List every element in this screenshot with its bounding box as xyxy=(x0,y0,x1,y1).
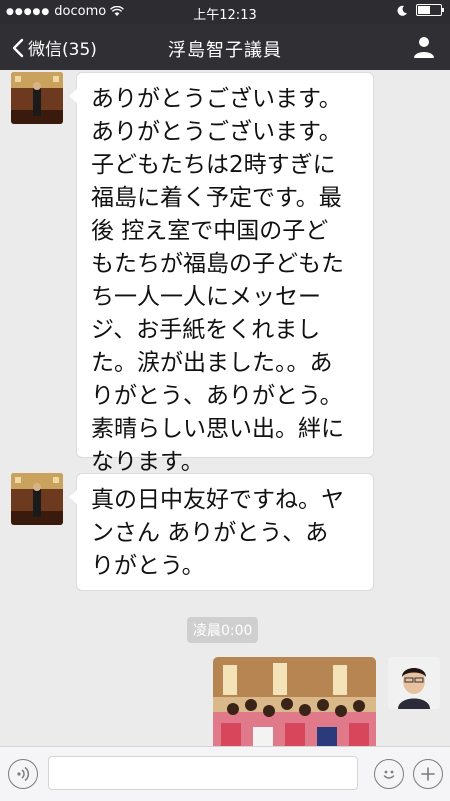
status-time: 上午12:13 xyxy=(193,8,257,23)
message-line: 真の日中友好ですね。ヤ xyxy=(91,487,344,513)
moon-icon xyxy=(397,5,407,16)
nav-bar: 微信(35) 浮島智子議員 xyxy=(0,24,450,70)
timestamp-badge: 凌晨0:00 xyxy=(187,617,259,643)
message-input-bar xyxy=(0,746,450,801)
message-line: ンさん ありがとう、あ xyxy=(91,520,329,546)
message-line: ありがとうございます。 xyxy=(91,119,342,145)
message-line: 子どもたちは2時すぎに xyxy=(91,152,336,178)
message-line: ち一人一人にメッセー xyxy=(91,284,321,310)
sent-image-message[interactable] xyxy=(213,657,376,746)
chat-title: 浮島智子議員 xyxy=(168,40,282,61)
smiley-icon xyxy=(383,770,395,779)
status-bar: ●●●●● docomo 上午12:13 xyxy=(0,0,450,24)
emoji-button[interactable] xyxy=(374,759,404,789)
message-line: りがとう、ありがとう。 xyxy=(91,383,343,409)
battery-icon xyxy=(416,4,444,16)
message-line: ありがとうございます。 xyxy=(91,86,342,112)
message-line: 後 控え室で中国の子ど xyxy=(91,218,329,244)
message-line: ジ、お手紙をくれまし xyxy=(91,317,321,343)
message-line: もたちが福島の子どもた xyxy=(91,251,344,277)
message-line: 素晴らしい思い出。絆に xyxy=(91,416,344,442)
message-bubble[interactable]: ありがとうございます。 ありがとうございます。 子どもたちは2時すぎに 福島に着… xyxy=(69,72,374,475)
my-avatar[interactable] xyxy=(388,657,440,709)
sender-avatar[interactable] xyxy=(11,473,63,525)
message-line: 福島に着く予定です。最 xyxy=(91,185,342,211)
voice-toggle-button[interactable] xyxy=(8,759,38,789)
message-input[interactable] xyxy=(48,756,358,790)
message-line: りがとう。 xyxy=(91,553,205,579)
message-line: た。涙が出ました。。あ xyxy=(91,350,333,376)
chat-area[interactable]: ありがとうございます。 ありがとうございます。 子どもたちは2時すぎに 福島に着… xyxy=(0,70,450,746)
voice-icon xyxy=(17,766,30,782)
message-bubble[interactable]: 真の日中友好ですね。ヤ ンさん ありがとう、あ りがとう。 xyxy=(69,473,374,591)
plus-icon xyxy=(421,767,435,781)
contact-profile-icon[interactable] xyxy=(412,35,436,59)
sender-avatar[interactable] xyxy=(11,72,63,124)
more-options-button[interactable] xyxy=(413,759,443,789)
